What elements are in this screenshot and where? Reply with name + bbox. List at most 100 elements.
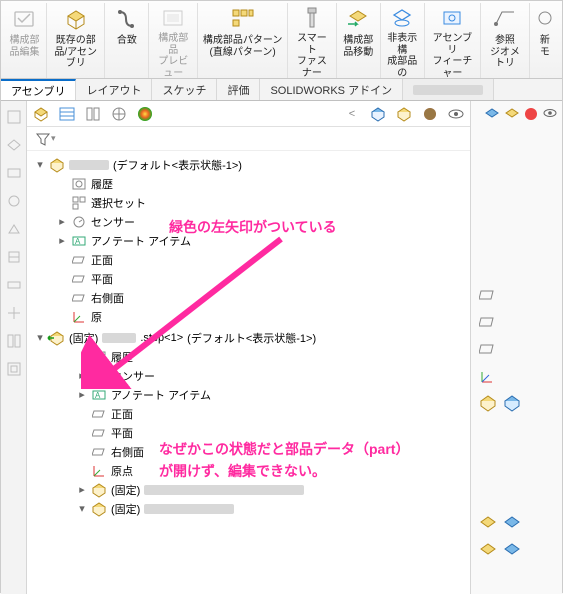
tab-sketch[interactable]: スケッチ	[152, 79, 217, 100]
dimxpert-icon[interactable]	[109, 104, 129, 124]
tree-annotation[interactable]: ▸ A アノテート アイテム	[29, 231, 468, 250]
triad-icon[interactable]	[479, 367, 497, 388]
tab-evaluate[interactable]: 評価	[217, 79, 260, 100]
tab-addins[interactable]: SOLIDWORKS アドイン	[260, 79, 403, 100]
tree-front-2[interactable]: 正面	[29, 404, 468, 423]
blurred-name	[102, 333, 136, 343]
ribbon-existing-part[interactable]: 既存の部 品/アセンブリ	[47, 3, 105, 78]
tree-fixed-part-2[interactable]: ▾ (固定)	[29, 499, 468, 518]
ribbon-label: 構成部品パターン (直線パターン)	[203, 35, 283, 58]
caret-down-icon[interactable]: ▾	[35, 158, 45, 171]
tree-top-plane[interactable]: 平面	[29, 269, 468, 288]
caret-right-icon[interactable]: ▸	[77, 369, 87, 382]
cube-yellow-icon[interactable]	[479, 515, 497, 536]
side-btn-5[interactable]	[4, 219, 24, 239]
ribbon-assy-feature[interactable]: アセンブリ フィーチャー	[425, 3, 481, 78]
fixed-prefix: (固定)	[111, 501, 140, 517]
caret-right-icon[interactable]: ▸	[77, 483, 87, 496]
ribbon-label: 構成部品 プレビュー ウィンドウ	[153, 33, 193, 79]
blurred-name	[144, 485, 304, 495]
feature-manager-icon[interactable]	[31, 104, 51, 124]
side-btn-4[interactable]	[4, 191, 24, 211]
cube-yellow-small-icon[interactable]	[504, 107, 520, 126]
ribbon-pattern[interactable]: 構成部品パターン (直線パターン)	[198, 3, 288, 78]
move-component-icon	[344, 5, 372, 33]
ribbon-label: アセンブリ フィーチャー	[429, 33, 476, 79]
side-btn-7[interactable]	[4, 275, 24, 295]
side-btn-2[interactable]	[4, 135, 24, 155]
left-toolbar	[1, 101, 27, 594]
tree-front-plane[interactable]: 正面	[29, 250, 468, 269]
side-btn-8[interactable]	[4, 303, 24, 323]
appearance-icon[interactable]	[135, 104, 155, 124]
node-label: 選択セット	[91, 195, 146, 211]
side-btn-9[interactable]	[4, 331, 24, 351]
cube-yellow-icon[interactable]	[394, 104, 414, 124]
tree-fixed-part-1[interactable]: ▸ (固定)	[29, 480, 468, 499]
tree-right-plane[interactable]: 右側面	[29, 288, 468, 307]
cube-blue-small-icon[interactable]	[484, 107, 500, 126]
cube-blue-icon[interactable]	[503, 542, 521, 563]
eye-icon[interactable]	[446, 104, 466, 124]
tree-annotation-2[interactable]: ▸ A アノテート アイテム	[29, 385, 468, 404]
caret-right-icon[interactable]: ▸	[57, 215, 67, 228]
plane-icon	[91, 406, 107, 422]
caret-right-icon[interactable]: ▸	[77, 388, 87, 401]
eye-small-icon[interactable]	[542, 107, 558, 126]
view-cube-stack-2	[475, 515, 558, 563]
rgb-small-icon[interactable]	[524, 107, 538, 126]
blurred-name	[144, 504, 234, 514]
property-manager-icon[interactable]	[57, 104, 77, 124]
side-btn-10[interactable]	[4, 359, 24, 379]
plane-wire-icon[interactable]	[479, 286, 497, 307]
caret-down-icon[interactable]: ▾	[77, 502, 87, 515]
side-btn-1[interactable]	[4, 107, 24, 127]
plane-wire-icon[interactable]	[479, 340, 497, 361]
ribbon-hidden[interactable]: 非表示構 成部品の 表示	[381, 3, 425, 78]
node-label: 平面	[91, 271, 113, 287]
tree-sensor[interactable]: ▸ センサー	[29, 212, 468, 231]
side-btn-6[interactable]	[4, 247, 24, 267]
ribbon-edit-component[interactable]: 構成部 品編集	[3, 3, 47, 78]
tree-origin-partial[interactable]: 原	[29, 307, 468, 326]
back-icon[interactable]: <	[342, 104, 362, 124]
new-motion-icon	[531, 5, 559, 33]
tree-root-assembly[interactable]: ▾ (デフォルト<表示状態-1>)	[29, 155, 468, 174]
tree-top-2[interactable]: 平面	[29, 423, 468, 442]
tree-right-2[interactable]: 右側面	[29, 442, 468, 461]
tree-selection-set[interactable]: 選択セット	[29, 193, 468, 212]
tree-origin-2[interactable]: 原点	[29, 461, 468, 480]
caret-right-icon[interactable]: ▸	[57, 234, 67, 247]
filter-icon[interactable]	[33, 129, 53, 149]
plane-icon	[71, 271, 87, 287]
ribbon-ref-geom[interactable]: 参照 ジオメトリ	[481, 3, 530, 78]
cube-blue-icon[interactable]	[503, 515, 521, 536]
caret-down-icon[interactable]: ▾	[35, 331, 45, 344]
ribbon-new-motion[interactable]: 新 モ	[530, 3, 560, 78]
tab-layout[interactable]: レイアウト	[76, 79, 152, 100]
ribbon-smart-fastener[interactable]: スマート ファスナー 挿入	[288, 3, 337, 78]
side-btn-3[interactable]	[4, 163, 24, 183]
cube-yellow-icon[interactable]	[479, 394, 497, 415]
cube-blue-icon[interactable]	[503, 394, 521, 415]
rgb-ball-icon[interactable]	[420, 104, 440, 124]
cube-blue-icon[interactable]	[368, 104, 388, 124]
tree-history[interactable]: 履歴	[29, 174, 468, 193]
node-label: 右側面	[111, 444, 144, 460]
feature-tree-panel: < ▾ ▾ (デフォルト<表示状態-1>)	[27, 101, 470, 594]
ribbon-move[interactable]: 構成部 品移動	[337, 3, 381, 78]
tab-other[interactable]	[403, 79, 494, 100]
tab-assembly[interactable]: アセンブリ	[1, 79, 76, 100]
tree-history-2[interactable]: 履歴	[29, 347, 468, 366]
config-manager-icon[interactable]	[83, 104, 103, 124]
cube-yellow-icon[interactable]	[479, 542, 497, 563]
fixed-prefix: (固定)	[111, 482, 140, 498]
tree-step-component[interactable]: ▾ (固定) .step<1> (デフォルト<表示状態-1>)	[29, 328, 468, 347]
pattern-icon	[229, 5, 257, 33]
plane-wire-icon[interactable]	[479, 313, 497, 334]
ribbon-mate[interactable]: 合致	[105, 3, 149, 78]
feature-tree[interactable]: ▾ (デフォルト<表示状態-1>) 履歴 選択セット ▸ センサー	[27, 151, 470, 594]
filter-dropdown-arrow[interactable]: ▾	[51, 133, 56, 144]
plane-icon	[91, 444, 107, 460]
tree-sensor-2[interactable]: ▸ センサー	[29, 366, 468, 385]
